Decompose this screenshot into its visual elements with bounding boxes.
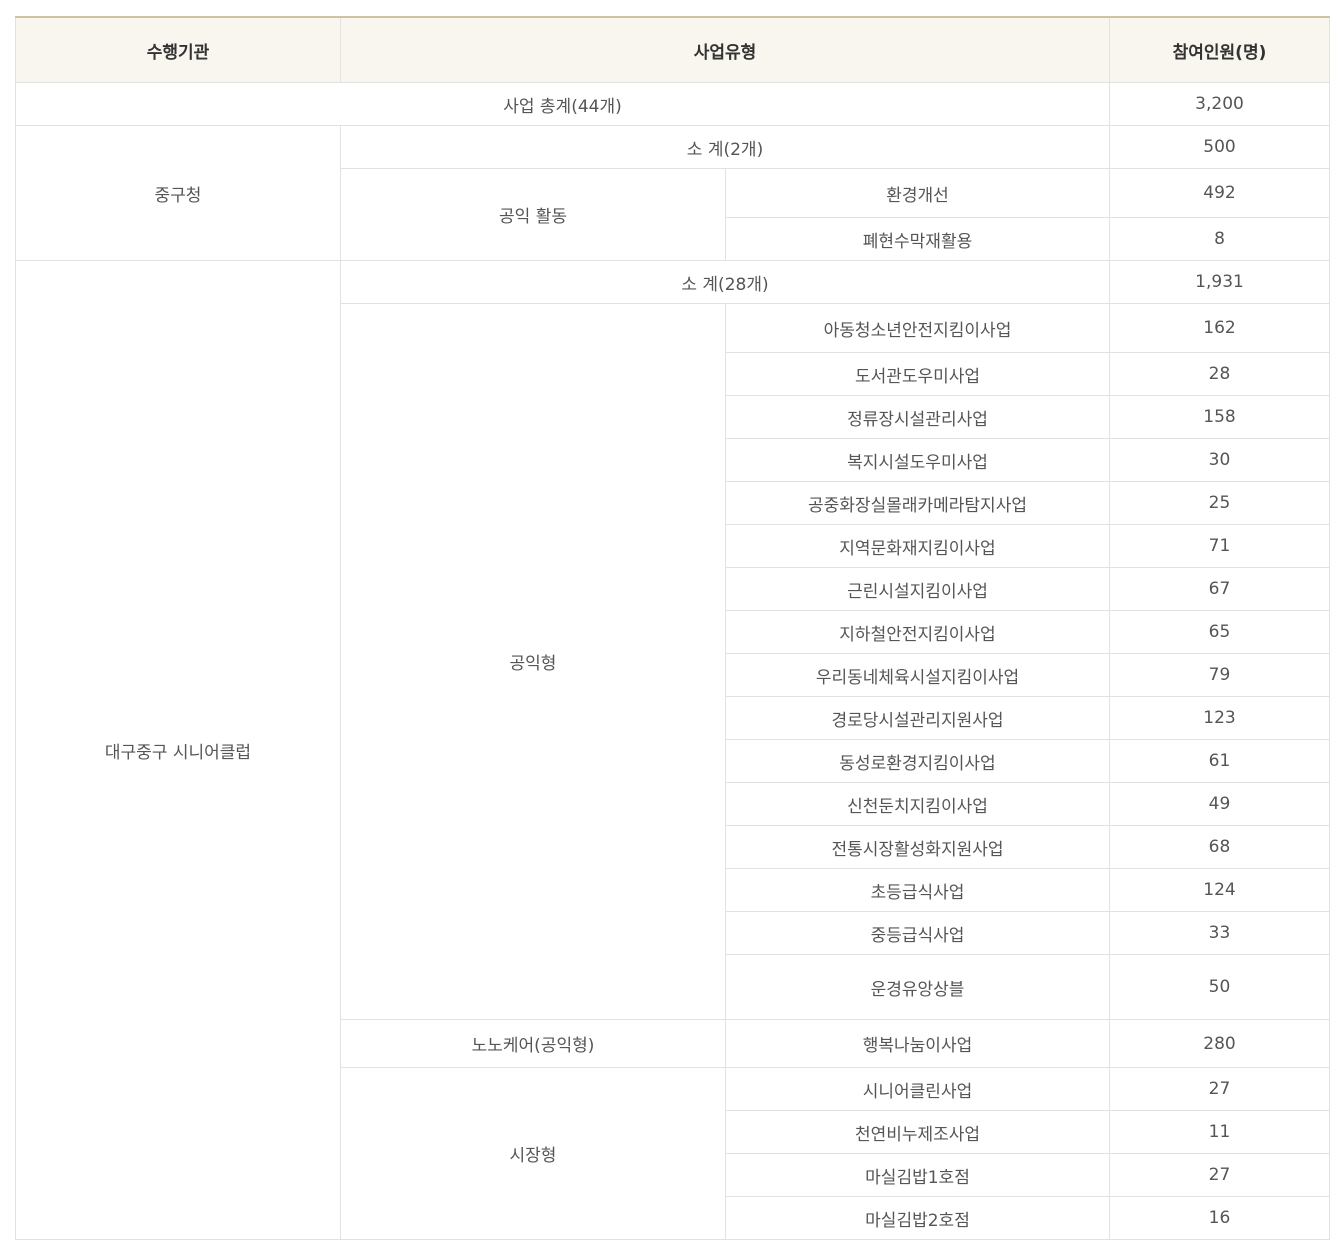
item-value: 124 xyxy=(1109,868,1330,912)
item-name: 경로당시설관리지원사업 xyxy=(725,696,1110,740)
item-value: 11 xyxy=(1109,1110,1330,1154)
item-name: 공중화장실몰래카메라탐지사업 xyxy=(725,481,1110,525)
item-value: 79 xyxy=(1109,653,1330,697)
total-value: 3,200 xyxy=(1109,82,1330,126)
item-name: 아동청소년안전지킴이사업 xyxy=(725,303,1110,353)
item-value: 16 xyxy=(1109,1196,1330,1240)
subtotal-label: 소 계(28개) xyxy=(340,260,1110,304)
item-value: 158 xyxy=(1109,395,1330,439)
item-name: 근린시설지킴이사업 xyxy=(725,567,1110,611)
item-name: 전통시장활성화지원사업 xyxy=(725,825,1110,869)
item-name: 운경유앙상블 xyxy=(725,954,1110,1020)
item-name: 환경개선 xyxy=(725,168,1110,218)
item-name: 행복나눔이사업 xyxy=(725,1019,1110,1068)
item-value: 492 xyxy=(1109,168,1330,218)
item-value: 50 xyxy=(1109,954,1330,1020)
item-name: 도서관도우미사업 xyxy=(725,352,1110,396)
item-name: 초등급식사업 xyxy=(725,868,1110,912)
header-type: 사업유형 xyxy=(340,16,1110,83)
item-value: 71 xyxy=(1109,524,1330,568)
header-org: 수행기관 xyxy=(15,16,341,83)
item-name: 정류장시설관리사업 xyxy=(725,395,1110,439)
item-value: 280 xyxy=(1109,1019,1330,1068)
item-name: 신천둔치지킴이사업 xyxy=(725,782,1110,826)
item-name: 폐현수막재활용 xyxy=(725,217,1110,261)
subtotal-value: 500 xyxy=(1109,125,1330,169)
header-row: 수행기관 사업유형 참여인원(명) xyxy=(15,16,1330,83)
item-name: 마실김밥2호점 xyxy=(725,1196,1110,1240)
category-cell: 노노케어(공익형) xyxy=(340,1019,726,1068)
org-cell: 대구중구 시니어클럽 xyxy=(15,260,341,1240)
subtotal-value: 1,931 xyxy=(1109,260,1330,304)
table-row: 중구청 소 계(2개) 500 xyxy=(15,125,1330,261)
item-value: 27 xyxy=(1109,1067,1330,1111)
item-value: 27 xyxy=(1109,1153,1330,1197)
category-cell: 공익 활동 xyxy=(340,168,726,261)
item-value: 68 xyxy=(1109,825,1330,869)
category-cell: 공익형 xyxy=(340,303,726,1020)
subtotal-label: 소 계(2개) xyxy=(340,125,1110,169)
item-value: 61 xyxy=(1109,739,1330,783)
item-value: 162 xyxy=(1109,303,1330,353)
item-name: 우리동네체육시설지킴이사업 xyxy=(725,653,1110,697)
item-value: 8 xyxy=(1109,217,1330,261)
category-cell: 시장형 xyxy=(340,1067,726,1240)
item-value: 25 xyxy=(1109,481,1330,525)
total-label: 사업 총계(44개) xyxy=(15,82,1110,126)
item-name: 마실김밥1호점 xyxy=(725,1153,1110,1197)
item-value: 49 xyxy=(1109,782,1330,826)
item-name: 지하철안전지킴이사업 xyxy=(725,610,1110,654)
item-name: 천연비누제조사업 xyxy=(725,1110,1110,1154)
total-row: 사업 총계(44개) 3,200 xyxy=(15,82,1330,126)
item-value: 67 xyxy=(1109,567,1330,611)
item-name: 동성로환경지킴이사업 xyxy=(725,739,1110,783)
item-value: 30 xyxy=(1109,438,1330,482)
table-row: 대구중구 시니어클럽 소 계(28개) 1,931 xyxy=(15,260,1330,1240)
item-name: 복지시설도우미사업 xyxy=(725,438,1110,482)
item-name: 중등급식사업 xyxy=(725,911,1110,955)
participation-table: 수행기관 사업유형 참여인원(명) 사업 총계(44개) 3,200 중구청 소… xyxy=(15,16,1330,1240)
item-value: 28 xyxy=(1109,352,1330,396)
item-value: 123 xyxy=(1109,696,1330,740)
item-value: 65 xyxy=(1109,610,1330,654)
item-name: 지역문화재지킴이사업 xyxy=(725,524,1110,568)
item-value: 33 xyxy=(1109,911,1330,955)
item-name: 시니어클린사업 xyxy=(725,1067,1110,1111)
org-cell: 중구청 xyxy=(15,125,341,261)
header-count: 참여인원(명) xyxy=(1109,16,1330,83)
